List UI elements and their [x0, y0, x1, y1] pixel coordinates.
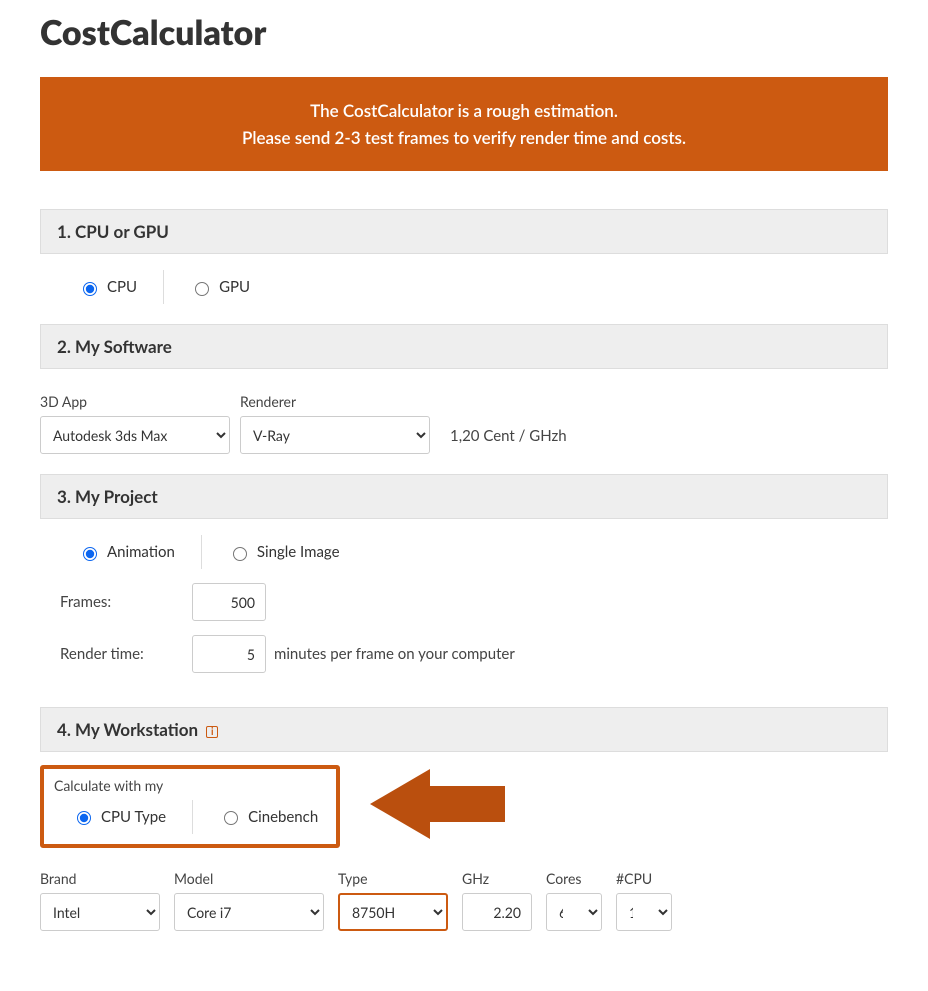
animation-radio[interactable] [83, 547, 97, 561]
ghz-input[interactable] [462, 893, 532, 931]
rendertime-label: Render time: [52, 645, 192, 663]
ncpu-select[interactable]: 1 [616, 893, 672, 931]
cores-select[interactable]: 6 [546, 893, 602, 931]
arrow-left-icon [370, 764, 510, 848]
notice-banner: The CostCalculator is a rough estimation… [40, 77, 888, 171]
calc-mode-highlight: Calculate with my CPU Type Cinebench [40, 765, 340, 848]
ncpu-label: #CPU [616, 870, 672, 887]
cinebench-radio-label: Cinebench [248, 808, 318, 826]
cpu-radio[interactable] [83, 282, 97, 296]
renderer-select[interactable]: V-Ray [240, 416, 430, 454]
step2-header: 2. My Software [40, 324, 888, 369]
type-select[interactable]: 8750H [338, 893, 448, 931]
animation-radio-group[interactable]: Animation [52, 537, 201, 567]
gpu-radio-group[interactable]: GPU [164, 272, 276, 302]
frames-label: Frames: [52, 593, 192, 611]
app-select[interactable]: Autodesk 3ds Max [40, 416, 230, 454]
info-icon[interactable]: i [206, 726, 218, 738]
cputype-radio-group[interactable]: CPU Type [54, 802, 192, 832]
cinebench-radio-group[interactable]: Cinebench [193, 802, 336, 832]
gpu-radio-label: GPU [219, 278, 250, 296]
rendertime-input[interactable] [192, 635, 266, 673]
cpu-radio-label: CPU [107, 278, 137, 296]
frames-input[interactable] [192, 583, 266, 621]
notice-line1: The CostCalculator is a rough estimation… [56, 97, 872, 124]
model-select[interactable]: Core i7 [174, 893, 324, 931]
cputype-radio-label: CPU Type [101, 808, 166, 826]
calc-with-label: Calculate with my [54, 777, 336, 794]
brand-label: Brand [40, 870, 160, 887]
single-radio-group[interactable]: Single Image [202, 537, 366, 567]
rendertime-suffix: minutes per frame on your computer [274, 645, 515, 663]
step1-header: 1. CPU or GPU [40, 209, 888, 254]
type-label: Type [338, 870, 448, 887]
ghz-label: GHz [462, 870, 532, 887]
renderer-label: Renderer [240, 393, 430, 410]
step3-header: 3. My Project [40, 474, 888, 519]
notice-line2: Please send 2-3 test frames to verify re… [56, 124, 872, 151]
cores-label: Cores [546, 870, 602, 887]
single-radio-label: Single Image [257, 543, 340, 561]
cinebench-radio[interactable] [224, 811, 238, 825]
app-label: 3D App [40, 393, 230, 410]
model-label: Model [174, 870, 324, 887]
brand-select[interactable]: Intel [40, 893, 160, 931]
step4-header-text: 4. My Workstation [57, 719, 198, 740]
price-text: 1,20 Cent / GHzh [440, 427, 567, 454]
cputype-radio[interactable] [77, 811, 91, 825]
gpu-radio[interactable] [195, 282, 209, 296]
animation-radio-label: Animation [107, 543, 175, 561]
page-title: CostCalculator [40, 12, 888, 53]
step4-header: 4. My Workstation i [40, 707, 888, 752]
single-radio[interactable] [233, 547, 247, 561]
cpu-radio-group[interactable]: CPU [52, 272, 163, 302]
